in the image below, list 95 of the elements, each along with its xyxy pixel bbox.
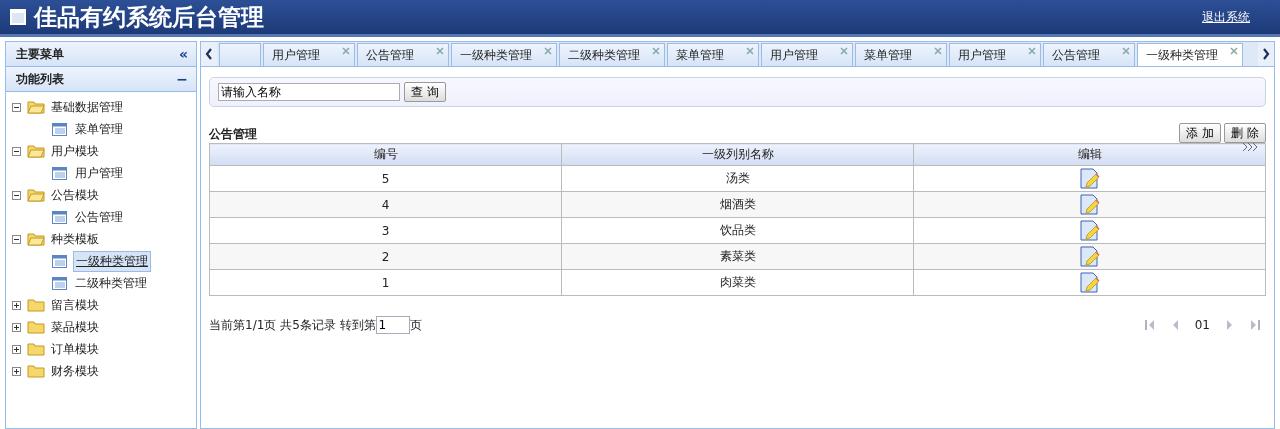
expand-icon[interactable] bbox=[12, 366, 21, 376]
tab[interactable]: 公告管理 bbox=[1043, 43, 1135, 66]
expand-icon[interactable] bbox=[12, 344, 21, 354]
tree-item[interactable]: 用户管理 bbox=[73, 163, 125, 183]
sidebar-title: 主要菜单 bbox=[16, 45, 64, 63]
search-button[interactable]: 查 询 bbox=[404, 82, 446, 102]
table-icon bbox=[52, 122, 67, 136]
tab[interactable]: 一级种类管理 bbox=[1137, 43, 1243, 66]
tab[interactable]: 用户管理 bbox=[949, 43, 1041, 66]
tree-folder[interactable]: 财务模块 bbox=[49, 361, 101, 381]
close-icon[interactable] bbox=[544, 47, 552, 55]
collapse-button[interactable]: « bbox=[178, 46, 188, 62]
tree-folder[interactable]: 种类模板 bbox=[49, 229, 101, 249]
collapse-icon[interactable] bbox=[12, 146, 21, 156]
expand-icon[interactable] bbox=[12, 300, 21, 310]
tree-item[interactable]: 菜单管理 bbox=[73, 119, 125, 139]
close-icon[interactable] bbox=[1230, 47, 1238, 55]
table-cell: 饮品类 bbox=[561, 217, 914, 244]
tree-item[interactable]: 一级种类管理 bbox=[73, 250, 151, 272]
edit-icon[interactable] bbox=[1079, 246, 1100, 267]
tab[interactable]: 菜单管理 bbox=[667, 43, 759, 66]
tree-folder[interactable]: 基础数据管理 bbox=[49, 97, 125, 117]
folder-icon bbox=[27, 342, 45, 356]
table-cell: 肉菜类 bbox=[561, 269, 914, 296]
table-icon bbox=[52, 276, 67, 290]
chevron-left-icon bbox=[205, 48, 213, 60]
table-cell: 烟酒类 bbox=[561, 191, 914, 218]
column-header: 一级列别名称 bbox=[561, 143, 914, 166]
expand-icon[interactable] bbox=[12, 322, 21, 332]
edit-icon[interactable] bbox=[1079, 168, 1100, 189]
tree-folder[interactable]: 订单模块 bbox=[49, 339, 101, 359]
folder-icon bbox=[27, 188, 45, 202]
table-icon bbox=[52, 210, 67, 224]
table-cell: 5 bbox=[209, 165, 562, 192]
close-icon[interactable] bbox=[342, 47, 350, 55]
folder-icon bbox=[27, 100, 45, 114]
table-cell: 2 bbox=[209, 243, 562, 270]
edit-icon[interactable] bbox=[1079, 194, 1100, 215]
current-page: 01 bbox=[1194, 318, 1210, 332]
close-icon[interactable] bbox=[652, 47, 660, 55]
tree-folder[interactable]: 菜品模块 bbox=[49, 317, 101, 337]
close-icon[interactable] bbox=[746, 47, 754, 55]
table-cell: 汤类 bbox=[561, 165, 914, 192]
last-page-icon[interactable] bbox=[1250, 319, 1260, 331]
search-field[interactable]: 请输入名称 bbox=[218, 83, 400, 101]
add-button[interactable]: 添 加 bbox=[1179, 123, 1222, 143]
collapse-icon[interactable] bbox=[12, 102, 21, 112]
edit-icon[interactable] bbox=[1079, 220, 1100, 241]
folder-icon bbox=[27, 232, 45, 246]
folder-icon bbox=[27, 144, 45, 158]
tree-folder[interactable]: 公告模块 bbox=[49, 185, 101, 205]
close-icon[interactable] bbox=[1028, 47, 1036, 55]
folder-icon bbox=[27, 320, 45, 334]
logout-link[interactable]: 退出系统 bbox=[1202, 8, 1250, 26]
table-cell: 1 bbox=[209, 269, 562, 296]
table-cell: 4 bbox=[209, 191, 562, 218]
close-icon[interactable] bbox=[934, 47, 942, 55]
app-title: 佳品有约系统后台管理 bbox=[34, 2, 264, 32]
page-input[interactable]: 1 bbox=[375, 316, 410, 334]
scroll-left-button[interactable] bbox=[201, 42, 217, 66]
table-icon bbox=[52, 166, 67, 180]
tab[interactable]: 菜单管理 bbox=[855, 43, 947, 66]
page-info: 当前第1/1页 共5条记录 转到第 bbox=[209, 316, 376, 334]
window-icon bbox=[10, 9, 26, 25]
tree-folder[interactable]: 留言模块 bbox=[49, 295, 101, 315]
delete-button[interactable]: 删 除 bbox=[1224, 123, 1266, 143]
tab[interactable]: 用户管理 bbox=[761, 43, 853, 66]
tree-item[interactable]: 二级种类管理 bbox=[73, 273, 149, 293]
table-icon bbox=[52, 254, 67, 268]
tab[interactable]: 用户管理 bbox=[263, 43, 355, 66]
collapse-icon[interactable] bbox=[12, 190, 21, 200]
section-title: 功能列表 bbox=[16, 70, 64, 88]
column-header: 编辑 bbox=[913, 143, 1266, 166]
collapse-icon[interactable] bbox=[12, 234, 21, 244]
tab[interactable]: 一级种类管理 bbox=[451, 43, 557, 66]
folder-icon bbox=[27, 298, 45, 312]
close-icon[interactable] bbox=[840, 47, 848, 55]
tab[interactable]: 二级种类管理 bbox=[559, 43, 665, 66]
tab[interactable]: 公告管理 bbox=[357, 43, 449, 66]
table-cell: 3 bbox=[209, 217, 562, 244]
tree-folder[interactable]: 用户模块 bbox=[49, 141, 101, 161]
scroll-right-button[interactable] bbox=[1258, 42, 1274, 66]
tree-item[interactable]: 公告管理 bbox=[73, 207, 125, 227]
chevron-right-icon bbox=[1262, 48, 1270, 60]
table-cell: 素菜类 bbox=[561, 243, 914, 270]
folder-icon bbox=[27, 364, 45, 378]
section-toggle[interactable]: − bbox=[176, 71, 188, 87]
column-header: 编号 bbox=[209, 143, 562, 166]
next-page-icon[interactable] bbox=[1226, 319, 1234, 331]
panel-title: 公告管理 bbox=[209, 126, 257, 143]
close-icon[interactable] bbox=[436, 47, 444, 55]
first-page-icon[interactable] bbox=[1144, 319, 1155, 331]
page-suffix: 页 bbox=[409, 316, 422, 334]
close-icon[interactable] bbox=[1122, 47, 1130, 55]
edit-icon[interactable] bbox=[1079, 272, 1100, 293]
